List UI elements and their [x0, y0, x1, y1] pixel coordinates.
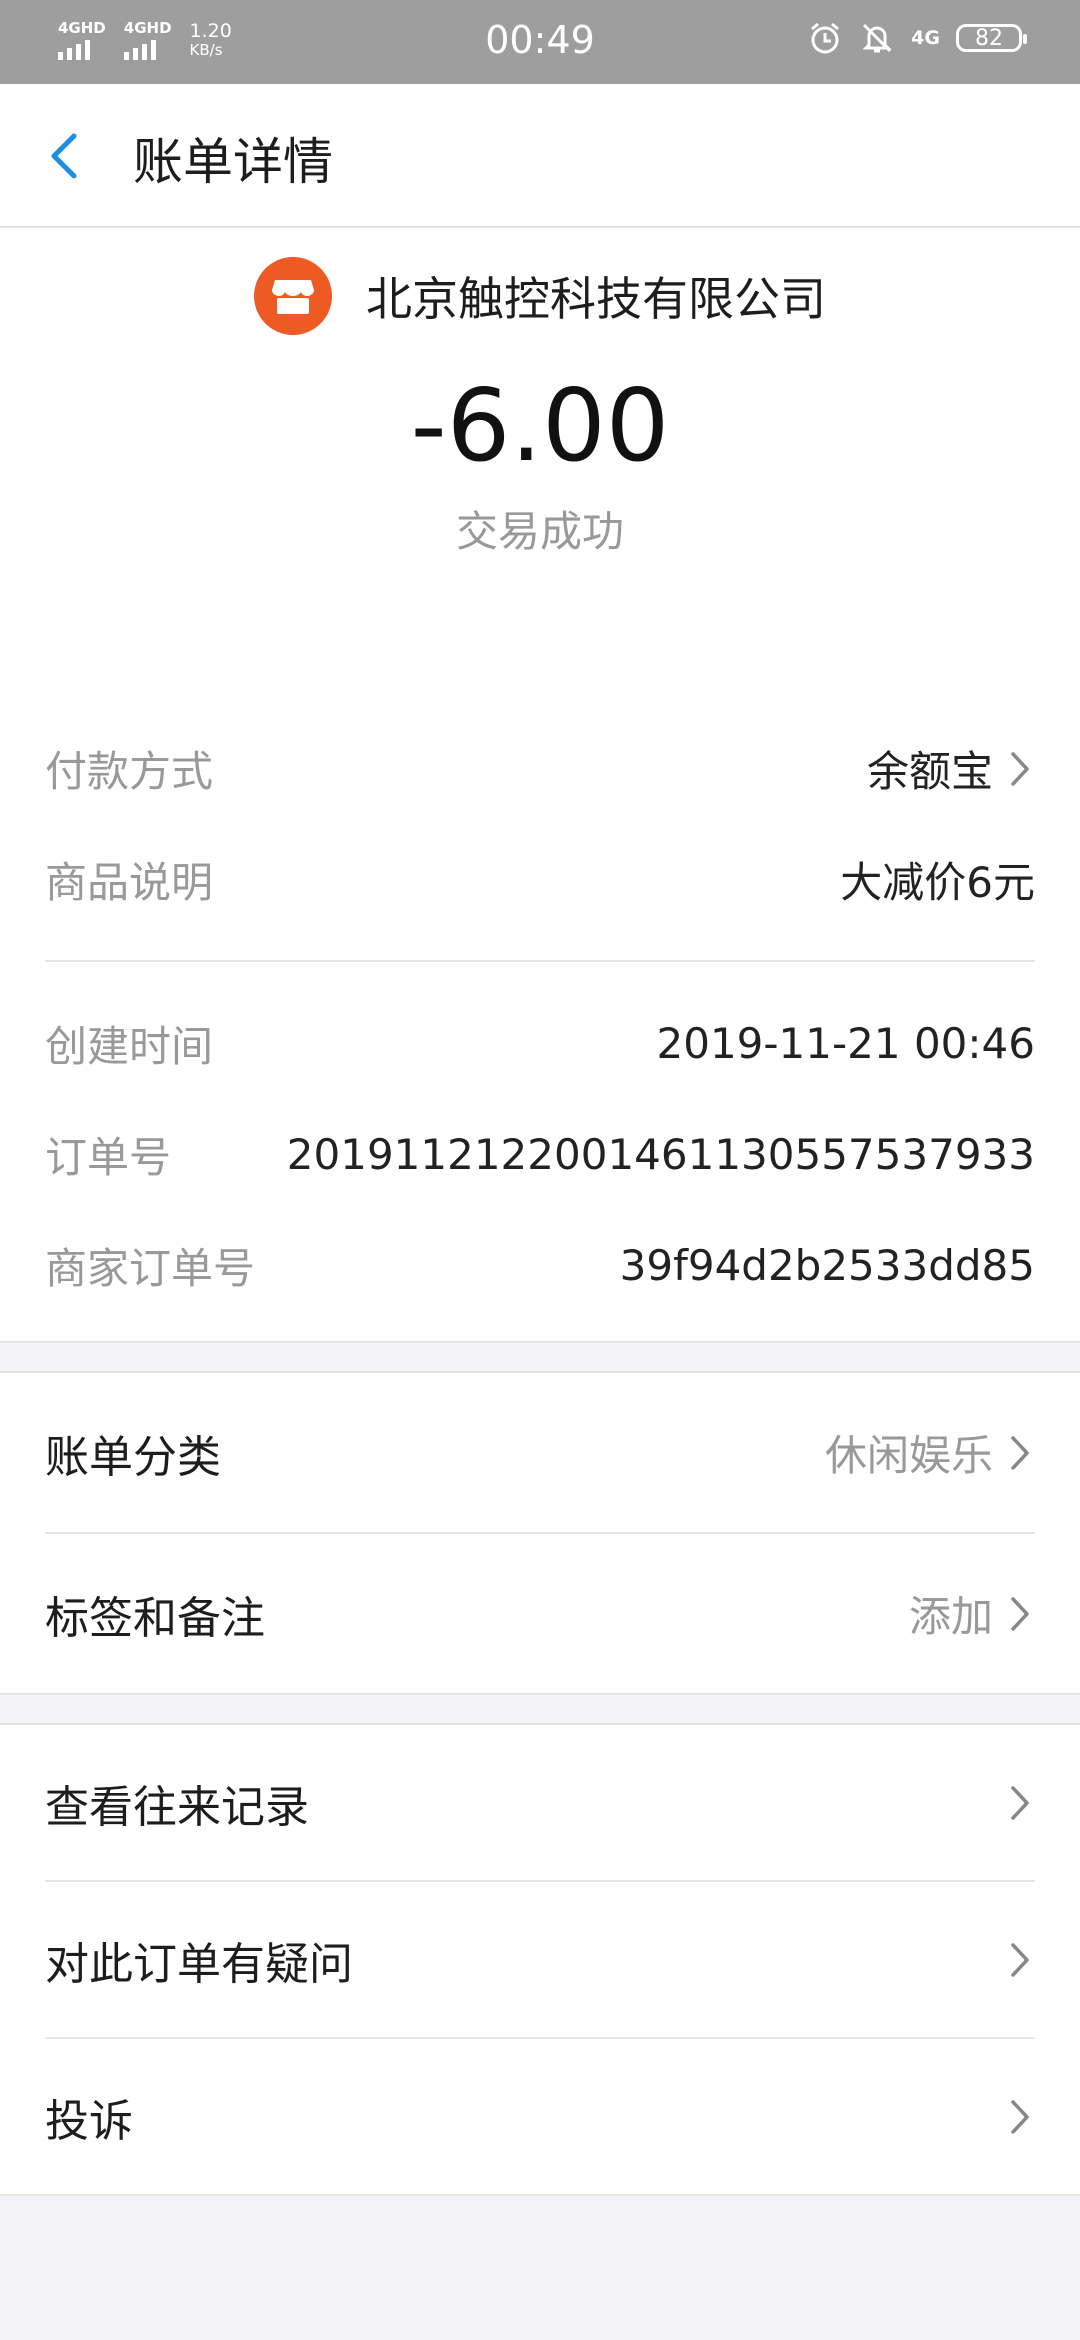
- merchant-info: 北京触控科技有限公司: [0, 256, 1080, 336]
- status-bar-right: 4G 82: [807, 20, 1027, 56]
- bill-category-value: 休闲娱乐: [824, 1431, 993, 1480]
- payment-method-row[interactable]: 付款方式 余额宝: [45, 713, 1035, 824]
- alarm-icon: [807, 20, 843, 56]
- details-bottom: [0, 1321, 1080, 1343]
- bill-category-row[interactable]: 账单分类 休闲娱乐: [45, 1373, 1035, 1532]
- bill-settings-card: 账单分类 休闲娱乐 标签和备注 添加: [0, 1371, 1080, 1695]
- details-section: 付款方式 余额宝 商品说明 大减价6元 创建时间 2019-11-21 00:4…: [0, 708, 1080, 1321]
- product-desc-row: 商品说明 大减价6元: [45, 824, 1035, 935]
- merchant-order-no-label: 商家订单号: [45, 1244, 256, 1293]
- product-desc-label: 商品说明: [45, 858, 214, 907]
- payment-group: 付款方式 余额宝 商品说明 大减价6元: [45, 708, 1035, 960]
- merchant-order-no-value: 39f94d2b2533dd85: [619, 1241, 1035, 1290]
- page-title: 账单详情: [133, 133, 333, 191]
- merchant-name: 北京触控科技有限公司: [366, 272, 826, 326]
- transaction-header: 北京触控科技有限公司 -6.00 交易成功: [0, 228, 1080, 708]
- tags-notes-label: 标签和备注: [45, 1592, 265, 1644]
- product-desc-value: 大减价6元: [840, 858, 1035, 907]
- order-group: 创建时间 2019-11-21 00:46 订单号 20191121220014…: [45, 962, 1035, 1321]
- order-no-value: 2019112122001461130557537933: [286, 1130, 1035, 1179]
- view-history-label: 查看往来记录: [45, 1781, 309, 1833]
- payment-method-value: 余额宝: [866, 747, 993, 796]
- created-time-value: 2019-11-21 00:46: [656, 1019, 1035, 1068]
- created-time-row: 创建时间 2019-11-21 00:46: [45, 988, 1035, 1099]
- tags-notes-row[interactable]: 标签和备注 添加: [45, 1532, 1035, 1693]
- complaint-row[interactable]: 投诉: [45, 2037, 1035, 2194]
- nav-bar: 账单详情: [0, 84, 1080, 228]
- chevron-right-icon: [1011, 1785, 1029, 1820]
- order-question-row[interactable]: 对此订单有疑问: [45, 1880, 1035, 2037]
- silent-bell-icon: [859, 20, 895, 56]
- store-icon: [254, 257, 332, 335]
- view-history-row[interactable]: 查看往来记录: [45, 1725, 1035, 1880]
- chevron-right-icon: [1011, 751, 1029, 786]
- order-no-label: 订单号: [45, 1133, 172, 1182]
- chevron-right-icon: [1011, 1596, 1029, 1631]
- tags-notes-value: 添加: [908, 1592, 993, 1641]
- bill-category-label: 账单分类: [45, 1431, 221, 1483]
- created-time-label: 创建时间: [45, 1022, 214, 1071]
- order-question-label: 对此订单有疑问: [45, 1938, 353, 1990]
- section-gap: [0, 1695, 1080, 1723]
- transaction-status: 交易成功: [455, 507, 624, 556]
- chevron-right-icon: [1011, 1435, 1029, 1470]
- network-type: 4G: [911, 27, 940, 49]
- chevron-right-icon: [1011, 2099, 1029, 2134]
- battery-icon: 82: [956, 24, 1027, 52]
- actions-card: 查看往来记录 对此订单有疑问 投诉: [0, 1723, 1080, 2196]
- order-no-row: 订单号 2019112122001461130557537933: [45, 1099, 1035, 1210]
- merchant-order-no-row: 商家订单号 39f94d2b2533dd85: [45, 1210, 1035, 1321]
- transaction-amount: -6.00: [410, 367, 670, 484]
- complaint-label: 投诉: [45, 2095, 133, 2147]
- status-bar: 4GHD 4GHD 1.20 KB/s 00:49 4G 82: [0, 0, 1080, 84]
- payment-method-label: 付款方式: [45, 747, 214, 796]
- section-gap: [0, 1343, 1080, 1371]
- back-button[interactable]: [40, 128, 96, 184]
- chevron-left-icon: [51, 133, 77, 179]
- chevron-right-icon: [1011, 1942, 1029, 1977]
- battery-level: 82: [975, 25, 1003, 51]
